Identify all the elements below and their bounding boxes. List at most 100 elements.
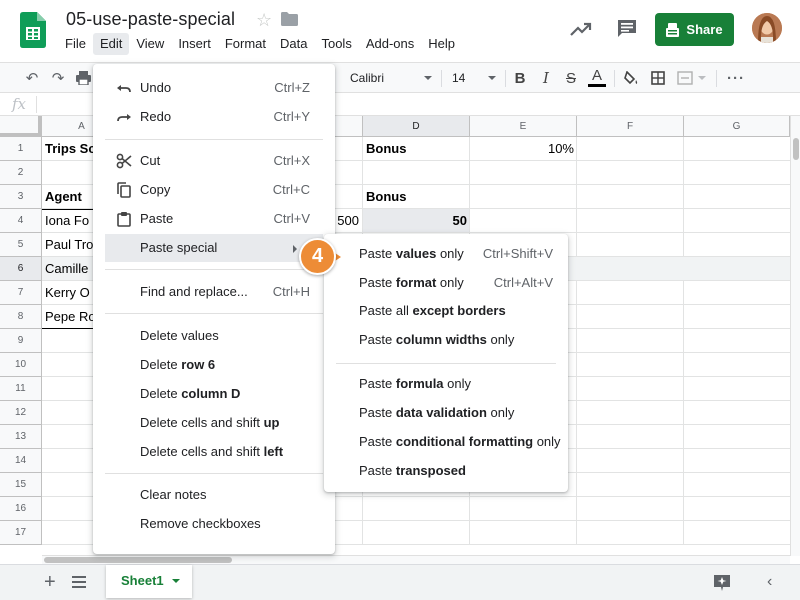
title-bar: 05-use-paste-special ☆ File Edit View In… [0,0,800,62]
share-button[interactable]: Share [655,13,734,46]
borders-icon[interactable] [648,68,668,88]
submenu-paste-formula-only[interactable]: Paste formula only [324,370,568,398]
horizontal-scrollbar[interactable] [42,555,790,564]
menu-clear-notes[interactable]: Clear notes [93,481,335,509]
column-header-e[interactable]: E [470,116,577,137]
cell-d4[interactable]: 50 [363,209,470,233]
activity-trend-icon[interactable] [570,20,592,38]
submenu-paste-except-borders[interactable]: Paste all except borders [324,297,568,325]
strikethrough-icon[interactable]: S [561,68,581,88]
star-icon[interactable]: ☆ [256,10,272,31]
menu-format[interactable]: Format [218,33,273,55]
chevron-down-icon[interactable] [172,579,180,583]
menu-paste-label: Paste [140,211,174,226]
horizontal-scroll-thumb[interactable] [44,557,232,563]
vertical-scroll-thumb[interactable] [793,138,799,160]
redo-toolbar-icon[interactable]: ↷ [48,68,68,88]
submenu-paste-data-validation[interactable]: Paste data validation only [324,399,568,427]
explore-icon[interactable] [713,574,731,592]
row-header[interactable]: 4 [0,209,42,233]
submenu-paste-conditional-formatting[interactable]: Paste conditional formatting only [324,428,568,456]
label-prefix: Paste [359,332,396,347]
row-header[interactable]: 12 [0,401,42,425]
column-header-d[interactable]: D [363,116,470,137]
submenu-paste-values-only[interactable]: Paste values only Ctrl+Shift+V [324,240,568,268]
row-header[interactable]: 7 [0,281,42,305]
cell-e1[interactable]: 10% [470,137,577,161]
submenu-item-label: Paste values only [359,240,464,268]
sheets-logo-icon[interactable] [20,12,46,48]
row-header[interactable]: 13 [0,425,42,449]
italic-icon[interactable]: I [536,68,556,88]
menu-redo[interactable]: Redo Ctrl+Y [93,103,335,131]
menu-paste-special[interactable]: Paste special [105,234,323,262]
font-size-select[interactable]: 14 [446,68,500,88]
row-header[interactable]: 9 [0,329,42,353]
row-header[interactable]: 1 [0,137,42,161]
menu-help[interactable]: Help [421,33,462,55]
menu-edit[interactable]: Edit [92,33,130,55]
row-header[interactable]: 5 [0,233,42,257]
row-header[interactable]: 2 [0,161,42,185]
paste-special-submenu: Paste values only Ctrl+Shift+V Paste for… [324,234,568,492]
menu-view[interactable]: View [129,33,171,55]
menu-remove-checkboxes[interactable]: Remove checkboxes [93,510,335,538]
submenu-paste-column-widths[interactable]: Paste column widths only [324,326,568,354]
merge-cells-icon[interactable] [675,68,695,88]
menu-find-replace[interactable]: Find and replace... Ctrl+H [93,278,335,306]
menu-insert[interactable]: Insert [171,33,218,55]
menu-cut[interactable]: Cut Ctrl+X [93,147,335,175]
account-avatar[interactable] [752,13,782,43]
menu-delete-values[interactable]: Delete values [93,322,335,350]
font-family-select[interactable]: Calibri [344,68,436,88]
select-all-corner[interactable] [0,116,42,137]
text-color-icon[interactable]: A [586,68,608,88]
vertical-scrollbar[interactable] [790,116,800,556]
chevron-left-icon[interactable]: ‹ [767,573,772,591]
row-header[interactable]: 3 [0,185,42,209]
menu-file[interactable]: File [58,33,93,55]
menu-addons[interactable]: Add-ons [359,33,421,55]
label-bold: conditional formatting [395,434,534,449]
edit-menu: Undo Ctrl+Z Redo Ctrl+Y Cut Ctrl+X Copy … [93,64,335,554]
menu-delete-shift-left[interactable]: Delete cells and shift left [93,438,335,466]
folder-icon[interactable] [281,12,298,26]
comment-icon[interactable] [617,19,637,38]
fill-color-icon[interactable] [622,68,642,88]
submenu-paste-format-only[interactable]: Paste format only Ctrl+Alt+V [324,269,568,297]
cell-d1[interactable]: Bonus [363,137,470,161]
row-header[interactable]: 15 [0,473,42,497]
row-header[interactable]: 8 [0,305,42,329]
menu-delete-shift-up[interactable]: Delete cells and shift up [93,409,335,437]
add-sheet-icon[interactable]: + [44,571,56,594]
submenu-paste-transposed[interactable]: Paste transposed [324,457,568,485]
label-suffix: only [486,405,515,420]
row-header[interactable]: 17 [0,521,42,545]
submenu-item-label: Paste column widths only [359,326,514,354]
cell-d3[interactable]: Bonus [363,185,470,209]
row-header[interactable]: 16 [0,497,42,521]
row-header[interactable]: 14 [0,449,42,473]
menu-delete-row[interactable]: Delete row 6 [93,351,335,379]
bold-icon[interactable]: B [510,68,530,88]
undo-toolbar-icon[interactable]: ↶ [22,68,42,88]
toolbar-divider [505,70,506,87]
row-header[interactable]: 10 [0,353,42,377]
menu-paste[interactable]: Paste Ctrl+V [93,205,335,233]
row-header-selected[interactable]: 6 [0,257,42,281]
sheet-tab-active[interactable]: Sheet1 [106,565,192,598]
all-sheets-icon[interactable] [72,576,86,588]
menu-data[interactable]: Data [273,33,314,55]
menu-delete-column[interactable]: Delete column D [93,380,335,408]
document-title[interactable]: 05-use-paste-special [66,9,235,30]
row-header[interactable]: 11 [0,377,42,401]
print-icon[interactable] [74,68,92,88]
menu-tools[interactable]: Tools [314,33,358,55]
chevron-down-icon[interactable] [697,68,707,88]
menu-clear-notes-label: Clear notes [140,487,207,502]
column-header-g[interactable]: G [684,116,790,137]
menu-undo[interactable]: Undo Ctrl+Z [93,74,335,102]
column-header-f[interactable]: F [577,116,684,137]
more-options-icon[interactable]: ··· [725,68,747,88]
menu-copy[interactable]: Copy Ctrl+C [93,176,335,204]
